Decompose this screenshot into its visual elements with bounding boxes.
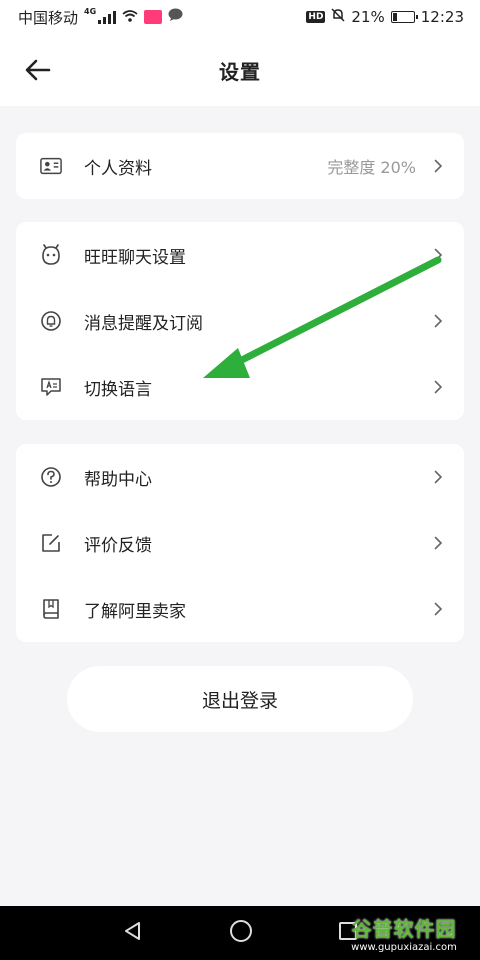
help-item-center[interactable]: 帮助中心 bbox=[16, 444, 464, 510]
settings-item-notifications[interactable]: 消息提醒及订阅 bbox=[16, 288, 464, 354]
settings-item-chat[interactable]: 旺旺聊天设置 bbox=[16, 222, 464, 288]
question-icon bbox=[40, 466, 62, 488]
help-item-label: 了解阿里卖家 bbox=[84, 601, 186, 622]
battery-fill bbox=[392, 13, 398, 21]
hd-icon: HD bbox=[306, 11, 326, 23]
chevron-right-icon bbox=[432, 313, 444, 329]
help-card: 帮助中心 评价反馈 了解阿里卖家 bbox=[16, 444, 464, 642]
watermark-logo: 谷普软件园 www.gupuxiazai.com bbox=[334, 908, 474, 958]
chevron-right-icon bbox=[432, 469, 444, 485]
translate-icon bbox=[40, 376, 62, 398]
wifi-icon bbox=[122, 8, 138, 26]
help-item-about[interactable]: 了解阿里卖家 bbox=[16, 576, 464, 642]
back-button[interactable] bbox=[20, 52, 56, 88]
profile-row[interactable]: 个人资料 完整度 20% bbox=[16, 133, 464, 199]
watermark-title: 谷普软件园 bbox=[351, 917, 457, 941]
chevron-right-icon bbox=[432, 601, 444, 617]
chat-notification-icon bbox=[168, 8, 183, 26]
arrow-left-icon bbox=[25, 59, 51, 81]
battery-percent: 21% bbox=[351, 8, 385, 26]
nav-back-icon[interactable] bbox=[122, 920, 144, 946]
app-notification-icon bbox=[144, 10, 163, 24]
settings-item-label: 旺旺聊天设置 bbox=[84, 247, 186, 268]
watermark-url: www.gupuxiazai.com bbox=[351, 942, 457, 953]
help-item-label: 评价反馈 bbox=[84, 535, 152, 556]
edit-icon bbox=[40, 532, 62, 554]
battery-icon bbox=[390, 11, 418, 23]
book-icon bbox=[40, 598, 62, 620]
signal-icon bbox=[98, 10, 117, 24]
chevron-right-icon bbox=[432, 379, 444, 395]
network-type: 4G bbox=[84, 6, 97, 16]
profile-card: 个人资料 完整度 20% bbox=[16, 133, 464, 199]
profile-completeness: 完整度 20% bbox=[327, 158, 416, 177]
bell-icon bbox=[40, 310, 62, 332]
status-right: HD 21% 12:23 bbox=[306, 8, 464, 26]
chevron-right-icon bbox=[432, 158, 444, 174]
chevron-right-icon bbox=[432, 535, 444, 551]
status-left: 中国移动 4G bbox=[18, 7, 183, 28]
nav-header: 设置 bbox=[0, 34, 480, 106]
help-item-feedback[interactable]: 评价反馈 bbox=[16, 510, 464, 576]
id-card-icon bbox=[40, 155, 62, 177]
chevron-right-icon bbox=[432, 247, 444, 263]
logout-button[interactable]: 退出登录 bbox=[67, 666, 413, 732]
settings-item-label: 消息提醒及订阅 bbox=[84, 313, 203, 334]
status-bar: 中国移动 4G HD 21% 12:23 bbox=[0, 0, 480, 34]
mute-bell-icon bbox=[331, 8, 345, 26]
nav-home-icon[interactable] bbox=[229, 919, 253, 947]
page-title: 设置 bbox=[219, 59, 261, 84]
help-item-label: 帮助中心 bbox=[84, 469, 152, 490]
settings-item-label: 切换语言 bbox=[84, 379, 152, 400]
profile-label: 个人资料 bbox=[84, 158, 152, 179]
wangwang-icon bbox=[40, 244, 62, 266]
clock: 12:23 bbox=[420, 8, 464, 26]
settings-card: 旺旺聊天设置 消息提醒及订阅 切换语言 bbox=[16, 222, 464, 420]
settings-item-language[interactable]: 切换语言 bbox=[16, 354, 464, 420]
carrier-name: 中国移动 bbox=[18, 8, 79, 27]
